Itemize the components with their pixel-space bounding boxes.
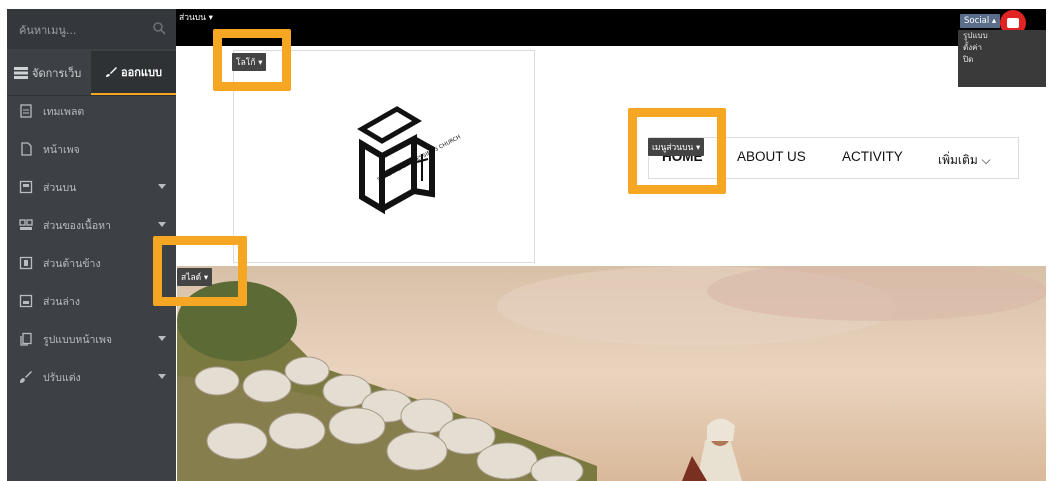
chevron-down-icon — [158, 184, 166, 189]
menu-item-more[interactable]: เพิ่มเติม ⌵ — [938, 151, 991, 170]
social-label: Social — [964, 16, 990, 26]
tab-manage-site[interactable]: จัดการเว็บ — [14, 51, 81, 95]
customize-icon — [20, 371, 32, 383]
sidebar-item-sidebar[interactable]: ส่วนด้านข้าง — [7, 245, 176, 281]
sidebar-item-label: หน้าเพจ — [43, 143, 80, 156]
editor-sidebar: ค้นหาเมนู... จัดการเว็บ ออกแบบ เทมเพลต ห… — [7, 9, 176, 481]
sidebar-item-header[interactable]: ส่วนบน — [7, 169, 176, 205]
header-section-label: ส่วนบน — [179, 13, 206, 23]
tab-label: ออกแบบ — [121, 66, 162, 79]
chevron-down-icon — [158, 222, 166, 227]
menu-search[interactable]: ค้นหาเมนู... — [7, 9, 176, 49]
sidebar-item-label: เทมเพลต — [43, 105, 85, 118]
header-section-icon — [19, 180, 33, 194]
search-input[interactable]: ค้นหาเมนู... — [19, 21, 76, 39]
sidebar-item-footer[interactable]: ส่วนล่าง — [7, 283, 176, 319]
side-section-icon — [19, 256, 33, 270]
page-icon — [21, 142, 32, 156]
sidebar-tabs: จัดการเว็บ ออกแบบ — [7, 51, 176, 96]
social-menu-item-close[interactable]: ปิด — [958, 54, 1046, 66]
list-icon — [14, 67, 28, 79]
footer-section-icon — [19, 294, 33, 308]
logo-highlight-frame — [213, 29, 291, 91]
sidebar-item-pages[interactable]: หน้าเพจ — [7, 131, 176, 167]
social-menu: รูปแบบ ตั้งค่า ปิด — [958, 30, 1046, 87]
tab-design[interactable]: ออกแบบ — [91, 51, 176, 95]
menu-item-about[interactable]: ABOUT US — [737, 149, 806, 164]
content-section-icon — [19, 219, 33, 230]
menu-item-activity[interactable]: ACTIVITY — [842, 149, 903, 164]
chevron-down-icon — [158, 374, 166, 379]
menu-highlight-frame — [628, 108, 726, 194]
sidebar-item-content[interactable]: ส่วนของเนื้อหา — [7, 207, 176, 243]
sidebar-item-page-layout[interactable]: รูปแบบหน้าเพจ — [7, 321, 176, 357]
chevron-down-icon — [158, 336, 166, 341]
header-section-bar — [176, 9, 1046, 46]
search-icon[interactable] — [152, 21, 166, 35]
social-menu-item-style[interactable]: รูปแบบ — [958, 30, 1046, 42]
hero-slide — [177, 266, 1046, 481]
sidebar-item-label: ส่วนด้านข้าง — [43, 257, 101, 270]
sidebar-item-label: รูปแบบหน้าเพจ — [43, 333, 113, 346]
page-layout-icon — [20, 332, 32, 346]
sidebar-item-label: ส่วนของเนื้อหา — [43, 219, 111, 232]
header-section-dropdown[interactable]: ส่วนบน ▾ — [177, 10, 215, 24]
sidebar-item-label: ปรับแต่ง — [43, 371, 81, 384]
sidebar-item-template[interactable]: เทมเพลต — [7, 93, 176, 129]
social-menu-item-settings[interactable]: ตั้งค่า — [958, 42, 1046, 54]
brush-icon — [106, 67, 118, 77]
sidebar-item-label: ส่วนบน — [43, 181, 77, 194]
template-icon — [20, 104, 32, 118]
slide-highlight-frame — [153, 236, 247, 306]
sidebar-item-label: ส่วนล่าง — [43, 295, 80, 308]
sidebar-item-customize[interactable]: ปรับแต่ง — [7, 359, 176, 395]
menu-more-label: เพิ่มเติม — [938, 153, 978, 167]
tab-label: จัดการเว็บ — [32, 67, 82, 80]
hero-illustration — [177, 266, 1046, 481]
social-dropdown[interactable]: Social ▴ — [960, 14, 1001, 28]
